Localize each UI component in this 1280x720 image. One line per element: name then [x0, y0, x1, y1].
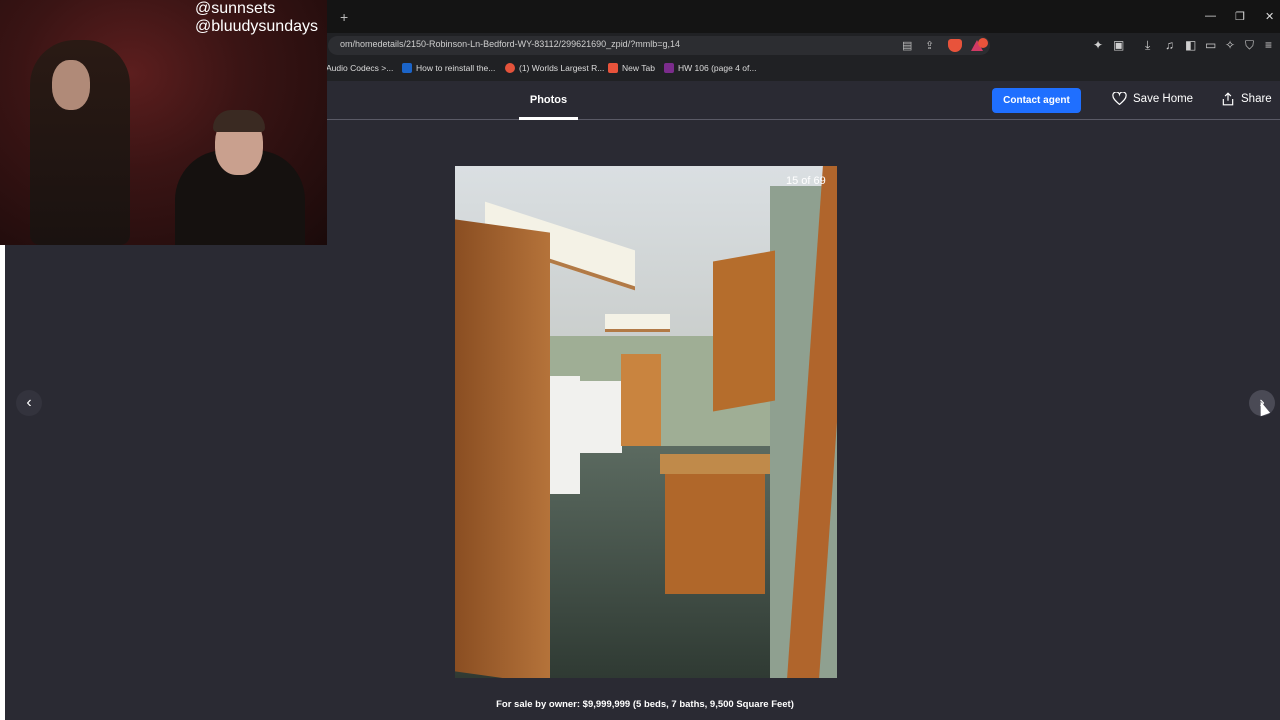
share-label: Share	[1241, 93, 1272, 105]
bookmark-item[interactable]: Audio Codecs >...	[326, 63, 393, 73]
bookmark-favicon-icon	[664, 63, 674, 73]
minimize-icon[interactable]: —	[1205, 10, 1216, 22]
previous-photo-button[interactable]: ‹	[16, 390, 42, 416]
save-home-button[interactable]: Save Home	[1112, 92, 1193, 105]
leo-icon[interactable]: ✧	[1225, 38, 1235, 52]
reader-icon[interactable]: ▤	[902, 39, 912, 52]
menu-icon[interactable]: ≡	[1265, 38, 1272, 52]
download-icon[interactable]: ⤓	[1145, 38, 1150, 53]
photo-refrigerator	[577, 381, 622, 453]
rewards-badge-icon	[978, 38, 988, 48]
photo-ceiling-light	[605, 314, 670, 332]
bookmark-item[interactable]: (1) Worlds Largest R...	[505, 63, 604, 73]
listing-photo	[455, 166, 837, 678]
url-field[interactable]: om/homedetails/2150-Robinson-Ln-Bedford-…	[328, 36, 990, 55]
handle-bluudysundays: @bluudysundays	[195, 18, 318, 35]
contact-agent-button[interactable]: Contact agent	[992, 88, 1081, 113]
handle-sunnsets: @sunnsets	[195, 0, 276, 17]
webcam-hair	[213, 110, 265, 132]
close-icon[interactable]: ✕	[1265, 10, 1274, 23]
share-icon	[1222, 92, 1234, 106]
photo-open-door	[455, 219, 550, 678]
bookmark-item[interactable]: HW 106 (page 4 of...	[664, 63, 756, 73]
extensions-icon[interactable]: ✦	[1093, 38, 1103, 52]
reddit-icon	[505, 63, 515, 73]
share-button[interactable]: Share	[1221, 92, 1272, 106]
photo-back-door	[621, 354, 661, 446]
photo-upper-cabinet	[713, 250, 775, 412]
left-edge-strip	[0, 245, 5, 720]
photo-counter: 15 of 69	[786, 175, 826, 187]
streamer-handles: @sunnsets @bluudysundays	[195, 0, 318, 36]
brave-icon	[608, 63, 618, 73]
url-text: om/homedetails/2150-Robinson-Ln-Bedford-…	[340, 39, 680, 49]
new-tab-button[interactable]: +	[340, 9, 348, 25]
vpn-icon[interactable]: ⛉	[1245, 38, 1254, 53]
bookmark-item[interactable]: New Tab	[608, 63, 655, 73]
tab-photos[interactable]: Photos	[519, 81, 578, 120]
screenshot-icon[interactable]: ▣	[1113, 38, 1124, 52]
wallet-icon[interactable]: ▭	[1205, 38, 1216, 52]
photo-countertop	[660, 454, 770, 474]
bookmark-favicon-icon	[402, 63, 412, 73]
restore-icon[interactable]: ❐	[1235, 10, 1245, 23]
music-icon[interactable]: ♫	[1165, 38, 1174, 52]
bookmark-item[interactable]: How to reinstall the...	[402, 63, 495, 73]
sidebar-icon[interactable]: ◧	[1185, 38, 1196, 52]
webcam-face	[52, 60, 90, 110]
share-url-icon[interactable]: ⇪	[925, 39, 934, 52]
webcam-overlay: @sunnsets @bluudysundays	[0, 0, 327, 245]
heart-icon	[1112, 92, 1127, 105]
photo-lower-cabinet	[665, 474, 765, 594]
save-home-label: Save Home	[1133, 92, 1194, 105]
listing-caption: For sale by owner: $9,999,999 (5 beds, 7…	[496, 699, 794, 710]
brave-shields-icon[interactable]	[948, 39, 962, 52]
